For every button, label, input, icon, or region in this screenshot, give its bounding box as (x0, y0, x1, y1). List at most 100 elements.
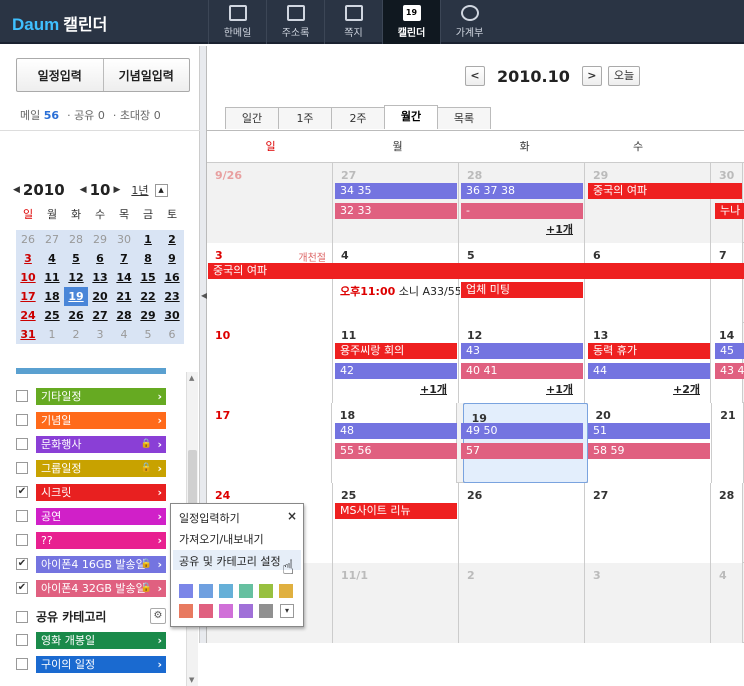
invite-count[interactable]: · 초대장 0 (113, 107, 161, 123)
event-bar[interactable]: 49 50 (461, 423, 583, 439)
event-bar[interactable]: 32 33 (335, 203, 457, 219)
day-cell[interactable]: 25 (333, 483, 459, 563)
day-cell[interactable]: 2 (459, 563, 585, 643)
day-cell[interactable]: 4 (711, 563, 743, 643)
color-swatch[interactable] (219, 584, 233, 598)
category-chip[interactable]: 시크릿 › (36, 483, 166, 501)
prev-year-icon[interactable]: ◀ (13, 185, 20, 195)
mini-day[interactable]: 1 (136, 230, 160, 249)
tab-2[interactable]: 2주 (331, 107, 385, 129)
day-cell[interactable]: 7 (711, 243, 743, 323)
mini-day[interactable]: 11 (40, 268, 64, 287)
event-bar[interactable]: 34 35 (335, 183, 457, 199)
event-bar[interactable]: 42 (335, 363, 457, 379)
event-bar[interactable]: 40 41 (461, 363, 583, 379)
category-item[interactable]: 공연 › (16, 506, 166, 526)
category-checkbox[interactable] (16, 634, 28, 646)
color-swatch[interactable] (219, 604, 233, 618)
mini-day[interactable]: 18 (40, 287, 64, 306)
mini-day[interactable]: 29 (136, 306, 160, 325)
next-month-button[interactable]: > (581, 66, 602, 86)
collapse-icon[interactable]: ▲ (154, 183, 168, 197)
mini-day[interactable]: 29 (88, 230, 112, 249)
nav-note[interactable]: 쪽지 (324, 0, 382, 44)
mini-day[interactable]: 16 (160, 268, 184, 287)
category-chip[interactable]: 아이폰4 32GB 발송일 🔒 › (36, 579, 166, 597)
more-link[interactable]: +2개 (673, 381, 700, 397)
event-bar[interactable]: 45 (715, 343, 744, 359)
category-item[interactable]: 문화행사 🔒 › (16, 434, 166, 454)
category-chip[interactable]: 기념일 › (36, 411, 166, 429)
mini-day[interactable]: 1 (40, 325, 64, 344)
mini-year-link[interactable]: 1년 (131, 182, 148, 198)
event-bar[interactable]: 중국의 여파 (588, 183, 742, 199)
mini-day[interactable]: 2 (64, 325, 88, 344)
close-icon[interactable]: × (287, 509, 297, 523)
color-swatch[interactable] (179, 584, 193, 598)
category-checkbox[interactable] (16, 414, 28, 426)
nav-contacts[interactable]: 주소록 (266, 0, 324, 44)
day-cell[interactable]: 17 (207, 403, 332, 483)
category-chip[interactable]: 기타일정 › (36, 387, 166, 405)
category-checkbox[interactable] (16, 534, 28, 546)
event-bar[interactable]: 44 (588, 363, 710, 379)
mini-day[interactable]: 26 (64, 306, 88, 325)
day-cell[interactable]: 29 (585, 163, 711, 243)
category-chip[interactable]: 아이폰4 16GB 발송일 🔒 › (36, 555, 166, 573)
category-chip[interactable]: 공연 › (36, 507, 166, 525)
event-bar[interactable]: 누나 (715, 203, 744, 219)
popup-import-export[interactable]: 가져오기/내보내기 (179, 531, 264, 547)
mini-day[interactable]: 8 (136, 249, 160, 268)
mini-day[interactable]: 27 (40, 230, 64, 249)
mini-day[interactable]: 30 (112, 230, 136, 249)
tab-4[interactable]: 목록 (437, 107, 491, 129)
category-item[interactable]: 기념일 › (16, 410, 166, 430)
color-swatch[interactable] (239, 584, 253, 598)
category-chip[interactable]: 그룹일정 🔒 › (36, 459, 166, 477)
day-cell[interactable]: 11/1 (333, 563, 459, 643)
category-checkbox[interactable]: ✔ (16, 558, 28, 570)
mini-day[interactable]: 12 (64, 268, 88, 287)
day-cell[interactable]: 3 (585, 563, 711, 643)
mini-day[interactable]: 30 (160, 306, 184, 325)
color-swatch[interactable] (179, 604, 193, 618)
day-cell[interactable]: 3 개천절 (207, 243, 333, 323)
more-colors-icon[interactable]: ▾ (280, 604, 294, 618)
color-swatch[interactable] (199, 604, 213, 618)
mail-count[interactable]: 메일 56 (20, 107, 59, 123)
nav-calendar[interactable]: 19 캘린더 (382, 0, 440, 44)
category-item[interactable]: ?? › (16, 530, 166, 550)
event-bar[interactable]: 55 56 (335, 443, 457, 459)
mini-day[interactable]: 27 (88, 306, 112, 325)
mini-day[interactable]: 28 (64, 230, 88, 249)
event-bar[interactable]: 용주씨랑 회의 (335, 343, 457, 359)
category-checkbox[interactable] (16, 462, 28, 474)
gear-icon[interactable]: ⚙ (150, 608, 166, 624)
scroll-down-icon[interactable]: ▼ (189, 676, 194, 684)
color-swatch[interactable] (239, 604, 253, 618)
event-bar[interactable]: - (461, 203, 583, 219)
mini-day[interactable]: 7 (112, 249, 136, 268)
mini-day[interactable]: 3 (88, 325, 112, 344)
mini-day[interactable]: 9 (160, 249, 184, 268)
mini-day[interactable]: 22 (136, 287, 160, 306)
day-cell[interactable]: 9/26 (207, 163, 333, 243)
event-bar[interactable]: 43 (461, 343, 583, 359)
category-item[interactable]: ✔ 시크릿 › (16, 482, 166, 502)
app-logo[interactable]: Daum 캘린더 (12, 11, 107, 35)
mini-day[interactable]: 20 (88, 287, 112, 306)
popup-share-settings[interactable]: 공유 및 카테고리 설정 (179, 553, 281, 569)
timed-event[interactable]: 오후11:00 소니 A33/55 발표 (340, 283, 460, 299)
next-month-icon[interactable]: ▶ (113, 185, 120, 195)
category-chip[interactable]: 영화 개봉일 › (36, 631, 166, 649)
share-category-item[interactable]: 영화 개봉일 › (16, 630, 166, 650)
event-bar[interactable]: 51 (588, 423, 710, 439)
category-item[interactable]: 그룹일정 🔒 › (16, 458, 166, 478)
share-count[interactable]: · 공유 0 (67, 107, 105, 123)
event-bar[interactable]: 43 44 (715, 363, 744, 379)
tab-1[interactable]: 1주 (278, 107, 332, 129)
tab-0[interactable]: 일간 (225, 107, 279, 129)
category-chip[interactable]: 문화행사 🔒 › (36, 435, 166, 453)
mini-day[interactable]: 26 (16, 230, 40, 249)
add-event-button[interactable]: 일정입력 (17, 59, 103, 91)
